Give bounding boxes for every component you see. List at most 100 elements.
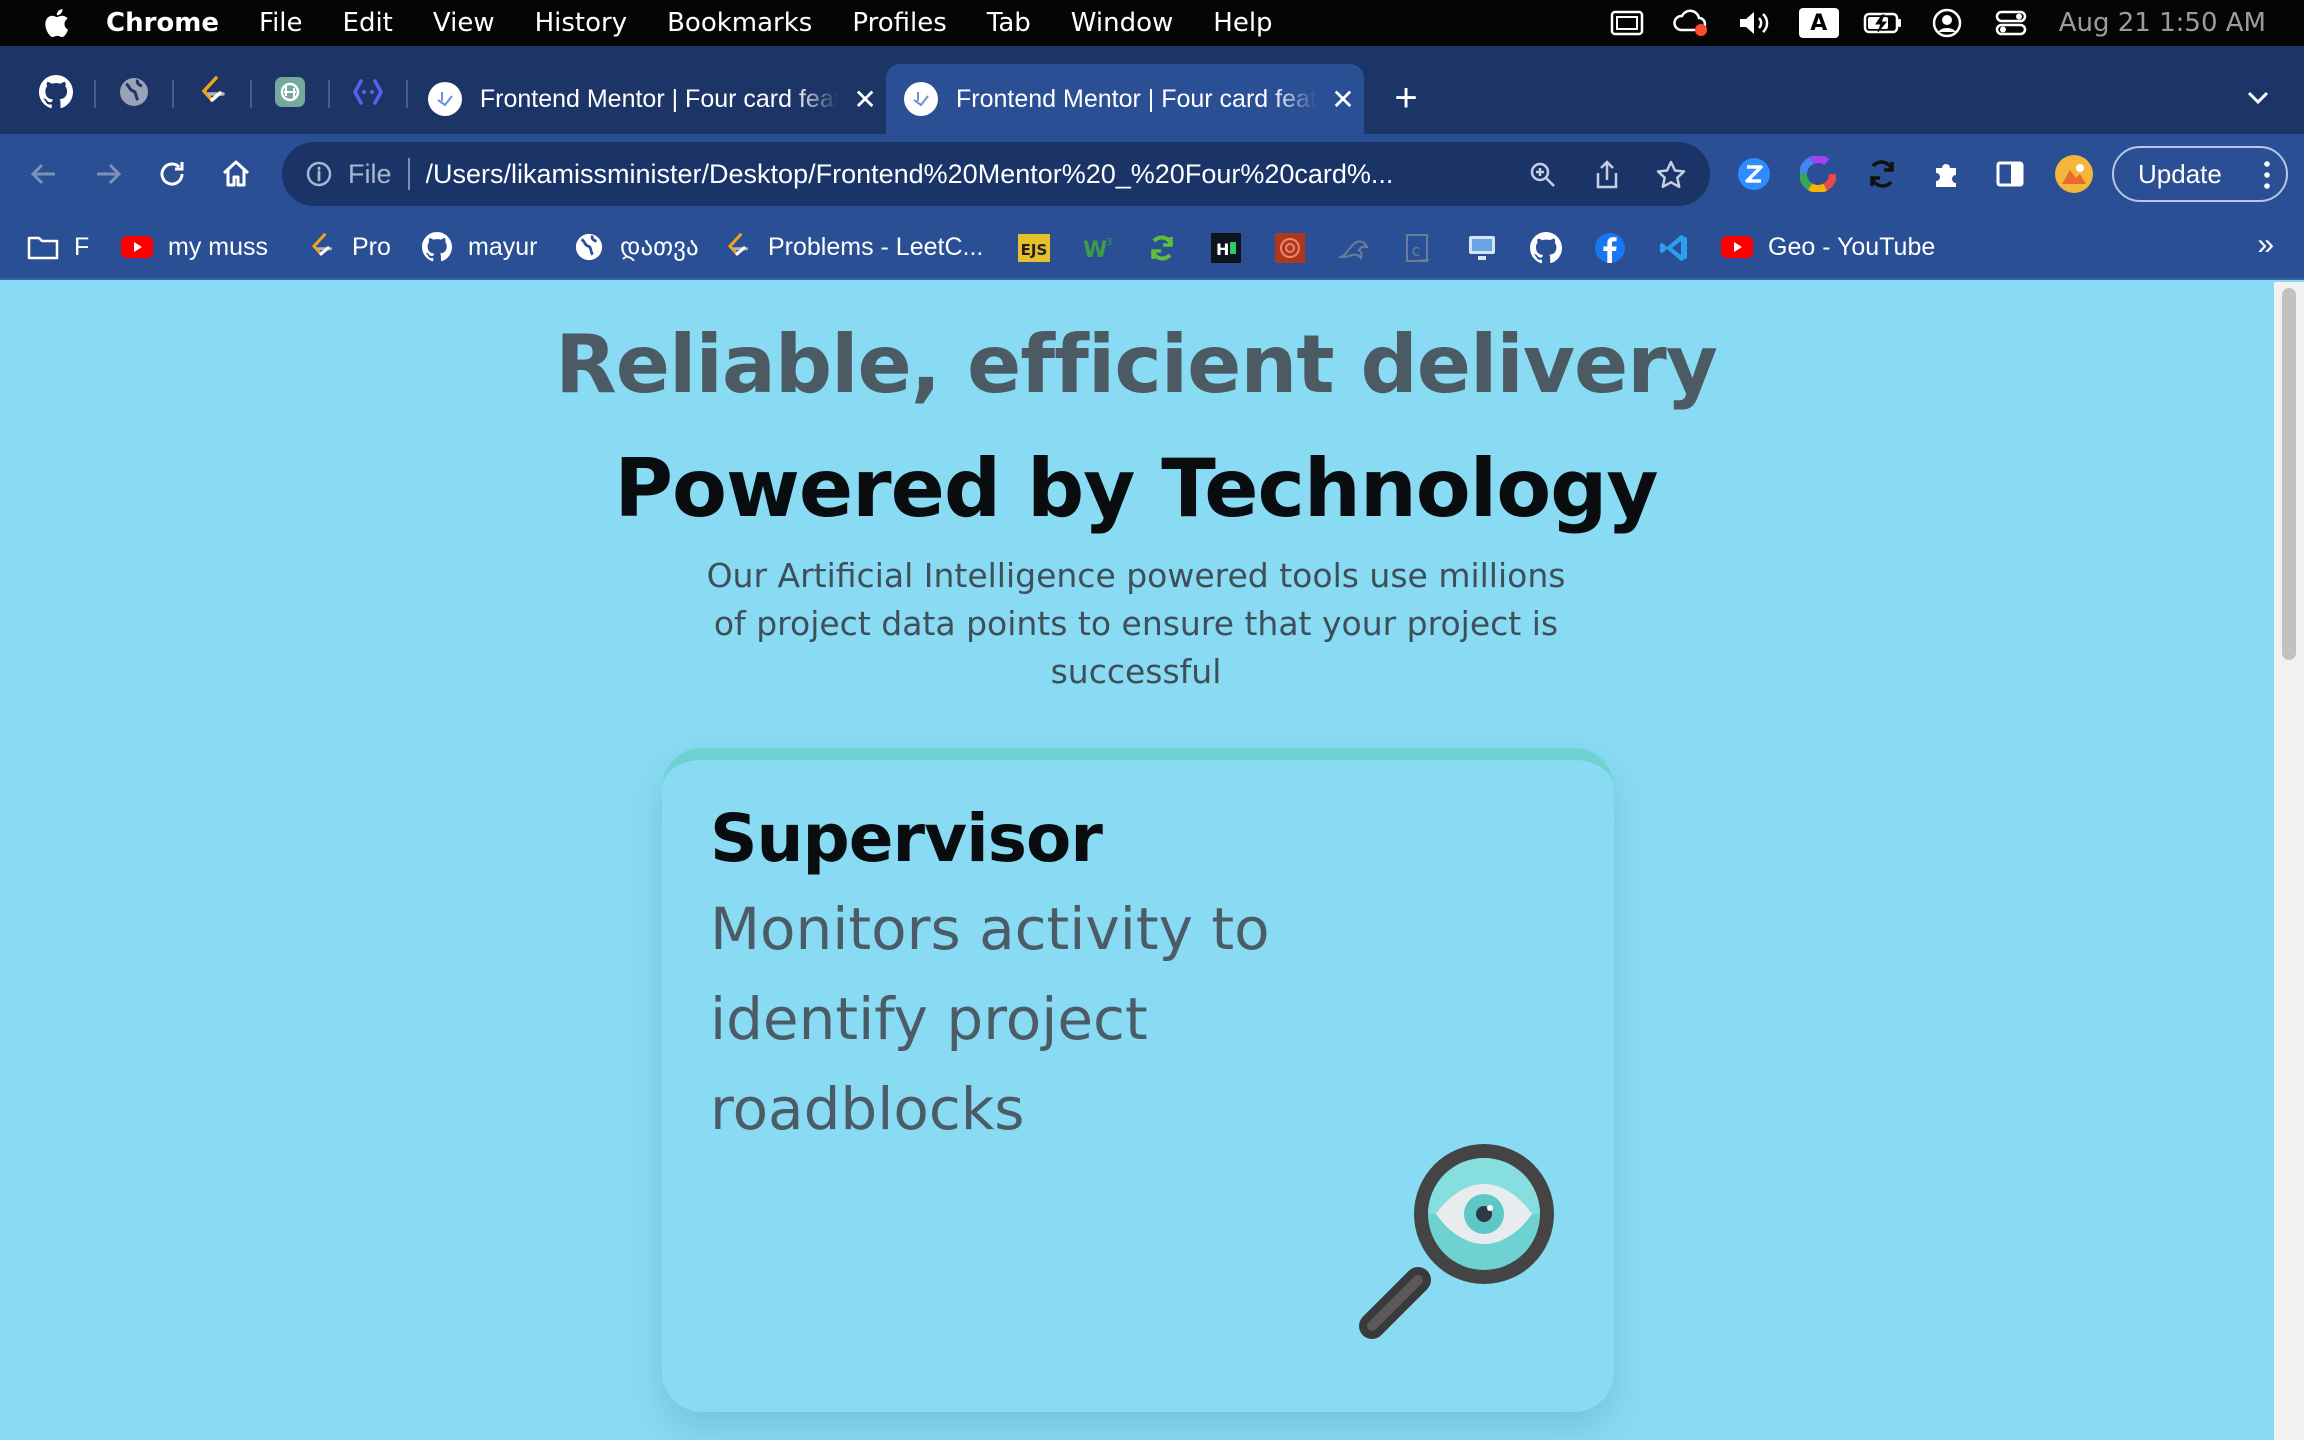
menu-app-name[interactable]: Chrome <box>106 8 219 38</box>
tab-frontend-mentor-2[interactable]: Frontend Mentor | Four card feature sect… <box>886 64 1364 134</box>
bookmarks-overflow-button[interactable]: » <box>2257 228 2274 262</box>
menu-window[interactable]: Window <box>1071 8 1174 38</box>
bookmark-label: Geo - YouTube <box>1768 232 1936 261</box>
display-icon[interactable] <box>1607 6 1647 40</box>
tab-separator <box>172 80 174 108</box>
bookmark-facebook[interactable] <box>1592 230 1628 266</box>
chatgpt-icon <box>273 75 307 114</box>
extension-color-picker[interactable] <box>1798 154 1838 194</box>
apple-menu-icon[interactable] <box>36 7 76 39</box>
bookmark-datva[interactable]: დათვა <box>572 228 699 266</box>
vertical-scrollbar[interactable] <box>2274 282 2304 1440</box>
side-panel-button[interactable] <box>1990 154 2030 194</box>
bookmark-pro[interactable]: Pro <box>304 228 391 266</box>
pinned-tab-leetcode[interactable] <box>190 70 234 118</box>
leetcode-icon <box>304 230 338 264</box>
update-button[interactable]: Update <box>2112 146 2288 202</box>
bookmark-problems-leetcode[interactable]: Problems - LeetC... <box>720 228 983 266</box>
bookmark-w3schools[interactable]: W3 <box>1080 230 1116 266</box>
bookmark-c-lang[interactable]: c_ <box>1400 230 1436 266</box>
reload-button[interactable] <box>150 152 194 196</box>
bookmark-ejs[interactable]: EJS <box>1016 230 1052 266</box>
tab-separator <box>406 80 408 108</box>
creative-cloud-icon[interactable] <box>1671 6 1711 40</box>
bookmark-star-icon[interactable] <box>1652 156 1690 194</box>
forward-button[interactable] <box>86 152 130 196</box>
home-button[interactable] <box>214 152 258 196</box>
bookmark-mysql[interactable] <box>1336 230 1372 266</box>
tab-separator <box>250 80 252 108</box>
extensions-button[interactable] <box>1926 154 1966 194</box>
bookmark-codechef[interactable] <box>1144 230 1180 266</box>
extension-sync[interactable] <box>1862 154 1902 194</box>
pinned-tab-github[interactable] <box>34 70 78 118</box>
bookmark-label: my muss <box>168 232 268 261</box>
menu-view[interactable]: View <box>433 8 495 38</box>
vscode-icon <box>1660 235 1687 261</box>
pinned-tab-codepen[interactable] <box>346 70 390 118</box>
control-center-icon[interactable] <box>1991 6 2031 40</box>
scrollbar-thumb[interactable] <box>2282 288 2296 660</box>
bookmark-vscode[interactable] <box>1656 230 1692 266</box>
svg-text:EJS: EJS <box>1021 241 1048 259</box>
frontend-mentor-icon <box>904 82 938 116</box>
profile-avatar[interactable] <box>2054 154 2094 194</box>
arrow-left-icon <box>30 163 55 185</box>
extension-zoom[interactable] <box>1734 154 1774 194</box>
volume-icon[interactable] <box>1735 6 1775 40</box>
user-account-icon[interactable] <box>1927 6 1967 40</box>
leetcode-icon <box>196 75 228 114</box>
menu-help[interactable]: Help <box>1213 8 1272 38</box>
tab-strip: Frontend Mentor | Four card feature sect… <box>0 46 2304 134</box>
hero-description: Our Artificial Intelligence powered tool… <box>706 556 1566 691</box>
tab-frontend-mentor-1[interactable]: Frontend Mentor | Four card feature sect… <box>410 64 880 134</box>
svg-text:W: W <box>1083 238 1107 263</box>
browser-toolbar: File /Users/likamissminister/Desktop/Fro… <box>0 134 2304 214</box>
bookmark-label: mayur <box>468 232 538 261</box>
macos-menubar: Chrome File Edit View History Bookmarks … <box>0 0 2304 46</box>
close-tab-icon[interactable]: ✕ <box>1328 84 1358 115</box>
chevron-down-icon <box>2247 91 2269 105</box>
url-text[interactable]: /Users/likamissminister/Desktop/Frontend… <box>426 159 1486 190</box>
share-icon[interactable] <box>1588 156 1626 194</box>
back-button[interactable] <box>22 152 66 196</box>
battery-icon[interactable] <box>1863 6 1903 40</box>
bookmark-geo-youtube[interactable]: Geo - YouTube <box>1720 228 1935 266</box>
bookmark-label: Pro <box>352 232 391 261</box>
arrow-right-icon <box>97 163 122 185</box>
globe-icon <box>572 230 606 264</box>
new-tab-button[interactable]: + <box>1384 76 1428 120</box>
menu-profiles[interactable]: Profiles <box>852 8 946 38</box>
input-source-icon[interactable]: A <box>1798 6 1839 40</box>
menu-bookmarks[interactable]: Bookmarks <box>667 8 812 38</box>
address-bar[interactable]: File /Users/likamissminister/Desktop/Fro… <box>282 142 1710 206</box>
zoom-icon[interactable] <box>1524 156 1562 194</box>
menu-file[interactable]: File <box>259 8 303 38</box>
supervisor-magnifier-icon <box>1358 1132 1574 1348</box>
close-tab-icon[interactable]: ✕ <box>850 84 880 115</box>
menu-tab[interactable]: Tab <box>987 8 1031 38</box>
menu-edit[interactable]: Edit <box>343 8 393 38</box>
bookmark-my-muss[interactable]: my muss <box>120 228 268 266</box>
bookmark-codewars[interactable] <box>1272 230 1308 266</box>
bookmark-mayur[interactable]: mayur <box>420 228 537 266</box>
pinned-tab-chatgpt[interactable] <box>268 70 312 118</box>
hero-title: Powered by Technology <box>614 442 1658 535</box>
menu-history[interactable]: History <box>535 8 628 38</box>
menubar-clock[interactable]: Aug 21 1:50 AM <box>2059 8 2266 38</box>
puzzle-icon <box>1936 164 1956 187</box>
recycle-green-icon <box>1151 235 1173 261</box>
hero-subtitle: Reliable, efficient delivery <box>555 318 1718 411</box>
bookmark-github[interactable] <box>1528 230 1564 266</box>
youtube-icon <box>1720 230 1754 264</box>
bookmark-hackerrank[interactable]: H <box>1208 230 1244 266</box>
bookmark-folder-f[interactable]: F <box>26 228 89 266</box>
status-area: A Aug 21 1:50 AM <box>1607 0 2304 46</box>
info-icon[interactable] <box>302 157 336 191</box>
pinned-tab-globe[interactable] <box>112 70 156 118</box>
bookmark-desktop-app[interactable] <box>1464 230 1500 266</box>
tab-search-button[interactable] <box>2240 80 2276 116</box>
frontend-mentor-icon <box>428 82 462 116</box>
folder-icon <box>26 230 60 264</box>
ejs-icon: EJS <box>1018 234 1050 262</box>
